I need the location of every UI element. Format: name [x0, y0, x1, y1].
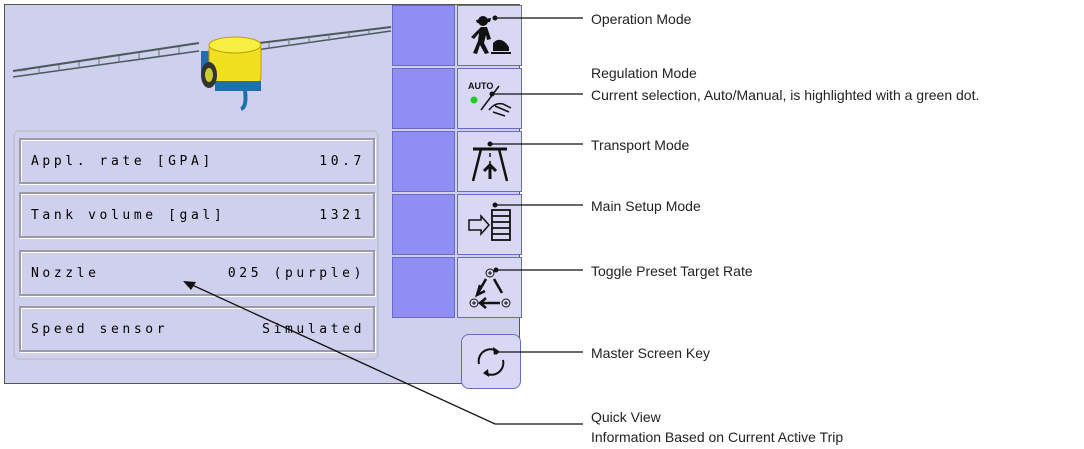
callout-quick-view-desc: Information Based on Current Active Trip	[591, 429, 844, 445]
callout-transport-mode: Transport Mode	[591, 137, 690, 153]
callout-lines	[183, 15, 583, 425]
callout-master-screen-key: Master Screen Key	[591, 345, 711, 361]
callout-operation-mode: Operation Mode	[591, 11, 692, 27]
callout-toggle-preset: Toggle Preset Target Rate	[591, 263, 753, 279]
callout-main-setup-mode: Main Setup Mode	[591, 198, 701, 214]
callout-regulation-mode-title: Regulation Mode	[591, 65, 697, 81]
callout-quick-view-title: Quick View	[591, 409, 661, 425]
callout-regulation-mode-desc: Current selection, Auto/Manual, is highl…	[591, 87, 980, 103]
